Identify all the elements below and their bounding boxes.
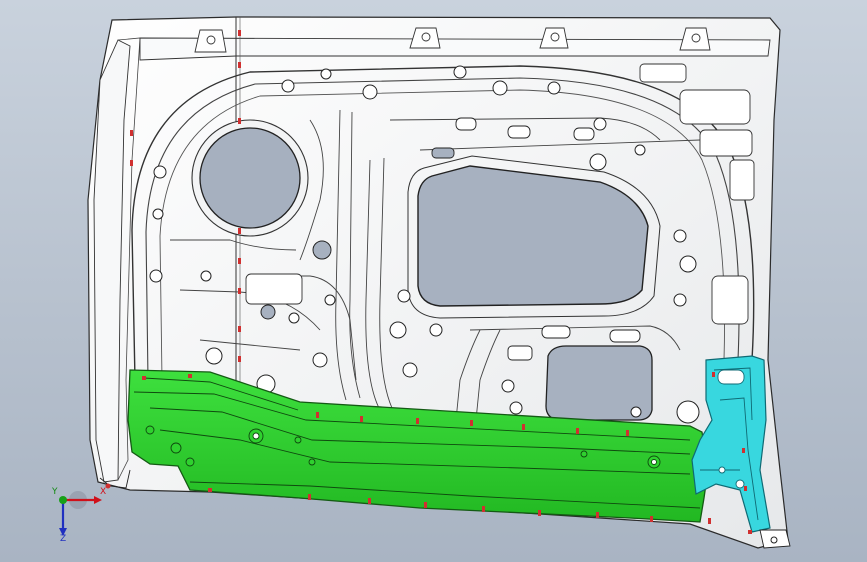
- large-access-opening: [417, 165, 649, 307]
- bottom-tab: [759, 529, 791, 549]
- y-axis-dot: [59, 496, 67, 504]
- z-axis-label: Z: [60, 534, 66, 542]
- speaker-opening: [191, 119, 309, 237]
- x-axis-label: X: [100, 487, 106, 497]
- y-axis-label: Y: [51, 487, 58, 497]
- cad-viewport[interactable]: X Y Z: [0, 0, 867, 562]
- door-inner-panel-model[interactable]: [0, 0, 867, 562]
- coordinate-triad: X Y Z: [51, 487, 106, 542]
